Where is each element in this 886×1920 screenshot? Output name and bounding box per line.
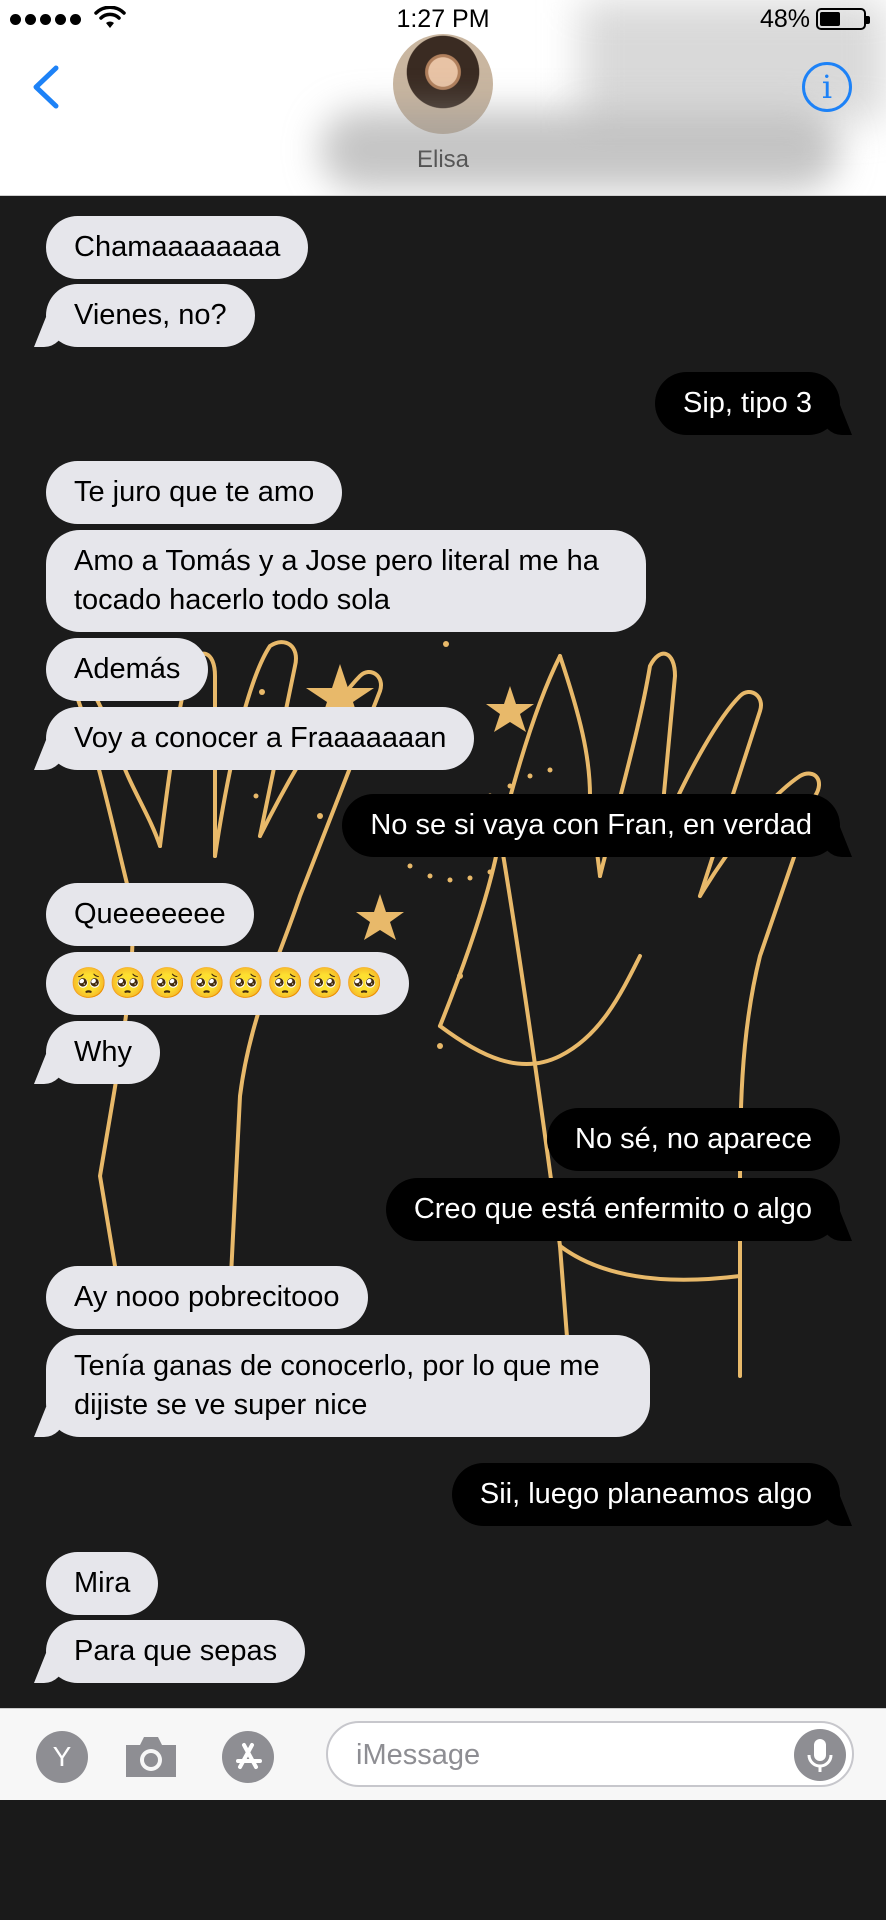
info-icon[interactable]: i (802, 62, 852, 112)
microphone-icon[interactable] (794, 1729, 846, 1781)
imessage-input[interactable]: iMessage (326, 1721, 854, 1787)
incoming-message-bubble[interactable]: Mira (46, 1552, 159, 1615)
outgoing-message-bubble[interactable]: Sii, luego planeamos algo (451, 1463, 840, 1526)
incoming-message-bubble[interactable]: Tenía ganas de conocerlo, por lo que me … (46, 1335, 650, 1437)
conversation-header: 1:27 PM 48% Elisa i (0, 0, 886, 196)
incoming-message-bubble[interactable]: Queeeeeee (46, 883, 254, 946)
incoming-message-bubble[interactable]: Además (46, 638, 209, 701)
bottom-area (0, 1800, 886, 1920)
incoming-message-bubble[interactable]: 🥺🥺🥺🥺🥺🥺🥺🥺 (46, 952, 409, 1015)
compose-bar: Y iMessage (0, 1708, 886, 1800)
incoming-message-bubble[interactable]: Voy a conocer a Fraaaaaaan (46, 707, 475, 770)
incoming-message-bubble[interactable]: Why (46, 1021, 160, 1084)
back-chevron-icon[interactable] (26, 62, 66, 112)
camera-icon[interactable] (122, 1733, 180, 1781)
incoming-message-bubble[interactable]: Ay nooo pobrecitooo (46, 1266, 368, 1329)
incoming-message-bubble[interactable]: Vienes, no? (46, 284, 255, 347)
incoming-message-bubble[interactable]: Para que sepas (46, 1620, 306, 1683)
blurred-region (320, 110, 840, 190)
battery-icon (816, 8, 870, 30)
incoming-message-bubble[interactable]: Chamaaaaaaaa (46, 216, 309, 279)
battery-percentage: 48% (759, 5, 810, 33)
imessage-placeholder: iMessage (356, 1739, 481, 1771)
app-shortcut-button[interactable]: Y (36, 1731, 88, 1783)
app-store-icon[interactable] (222, 1731, 274, 1783)
outgoing-message-bubble[interactable]: No sé, no aparece (547, 1108, 840, 1171)
outgoing-message-bubble[interactable]: Creo que está enfermito o algo (385, 1178, 840, 1241)
incoming-message-bubble[interactable]: Amo a Tomás y a Jose pero literal me ha … (46, 530, 646, 632)
outgoing-message-bubble[interactable]: Sip, tipo 3 (655, 372, 840, 435)
status-time: 1:27 PM (396, 5, 490, 33)
outgoing-message-bubble[interactable]: No se si vaya con Fran, en verdad (342, 794, 840, 857)
incoming-message-bubble[interactable]: Te juro que te amo (46, 461, 343, 524)
message-thread[interactable]: Chamaaaaaaaa Vienes, no? Sip, tipo 3 Te jur… (0, 196, 886, 1708)
